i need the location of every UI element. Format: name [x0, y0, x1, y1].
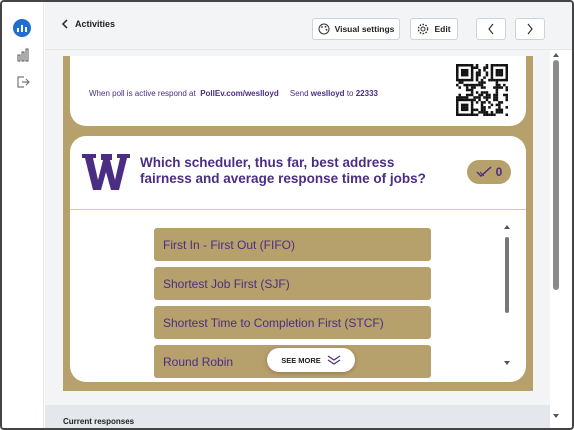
option-item[interactable]: Shortest Time to Completion First (STCF) — [154, 306, 431, 339]
current-responses-label: Current responses — [63, 417, 135, 426]
edit-button[interactable]: Edit — [410, 18, 458, 40]
poll-slide: When poll is active respond at PollEv.co… — [63, 56, 533, 391]
qr-code — [456, 64, 508, 116]
response-instructions-card: When poll is active respond at PollEv.co… — [70, 56, 526, 126]
divider — [70, 209, 526, 210]
check-icon — [476, 166, 492, 178]
scroll-down-arrow[interactable] — [504, 361, 510, 365]
current-responses-bar[interactable]: Current responses — [45, 405, 550, 428]
see-more-label: SEE MORE — [281, 355, 321, 365]
scroll-down-arrow[interactable] — [553, 414, 559, 418]
activity-preview: When poll is active respond at PollEv.co… — [45, 50, 550, 405]
scroll-up-arrow[interactable] — [553, 53, 559, 57]
vote-count-badge: 0 — [467, 160, 511, 184]
scrollbar-thumb[interactable] — [553, 60, 559, 290]
back-label: Activities — [75, 19, 116, 29]
top-toolbar: Activities Visual settings Edit — [45, 2, 572, 50]
see-more-button[interactable]: SEE MORE — [267, 348, 355, 372]
back-to-activities-link[interactable]: Activities — [61, 19, 115, 29]
options-scrollbar[interactable] — [502, 225, 512, 365]
left-sidebar — [2, 2, 44, 428]
chevron-right-icon — [527, 23, 533, 35]
instructions-to: to — [346, 89, 354, 98]
university-w-logo — [82, 154, 130, 190]
option-item[interactable]: First In - First Out (FIFO) — [154, 228, 431, 261]
chevron-double-down-icon — [327, 355, 341, 365]
poll-url: PollEv.com/weslloyd — [200, 89, 279, 98]
bar-chart-icon[interactable] — [15, 47, 31, 63]
palette-icon — [318, 23, 330, 35]
sms-number: 22333 — [355, 89, 378, 98]
previous-activity-button[interactable] — [476, 18, 506, 40]
scroll-up-arrow[interactable] — [504, 225, 510, 229]
visual-settings-label: Visual settings — [334, 24, 395, 34]
instructions-send: Send — [289, 89, 309, 98]
gear-icon — [418, 23, 429, 35]
chevron-left-icon — [61, 19, 68, 29]
response-instructions: When poll is active respond at PollEv.co… — [89, 89, 378, 98]
visual-settings-button[interactable]: Visual settings — [312, 18, 400, 40]
sign-out-icon[interactable] — [15, 74, 31, 90]
poll-everywhere-logo[interactable] — [13, 19, 31, 37]
app-window: Activities Visual settings Edit When pol… — [0, 0, 574, 430]
scrollbar-thumb[interactable] — [505, 237, 509, 313]
vote-count: 0 — [495, 165, 503, 179]
question-title: Which scheduler, thus far, best address … — [140, 155, 426, 186]
question-card: Which scheduler, thus far, best address … — [70, 136, 526, 382]
page-scrollbar[interactable] — [550, 50, 562, 428]
instructions-prefix: When poll is active respond at — [89, 89, 196, 98]
chevron-left-icon — [488, 23, 494, 35]
edit-label: Edit — [434, 24, 451, 34]
poll-keyword: weslloyd — [310, 89, 345, 98]
option-item[interactable]: Shortest Job First (SJF) — [154, 267, 431, 300]
next-activity-button[interactable] — [515, 18, 545, 40]
